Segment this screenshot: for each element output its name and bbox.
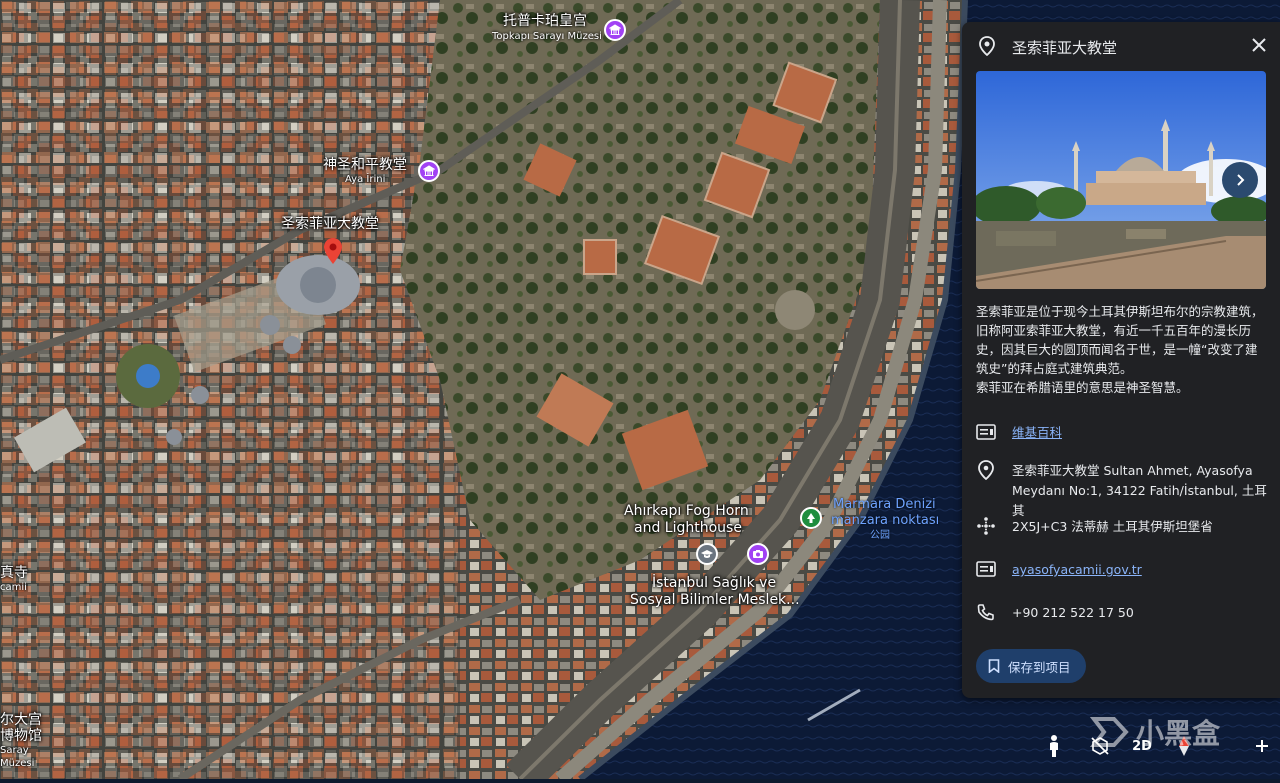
- save-to-project-button[interactable]: 保存到项目: [976, 649, 1086, 683]
- watermark: 小黑盒: [1090, 712, 1220, 752]
- plus-code-icon: [976, 516, 996, 536]
- description-paragraph-2: 索菲亚在希腊语里的意思是神圣智慧。: [976, 380, 1189, 395]
- phone-text[interactable]: +90 212 522 17 50: [1012, 603, 1268, 623]
- ahirkapi-label[interactable]: Ahırkapı Fog Horn: [624, 503, 749, 519]
- zoom-in-button[interactable]: [1244, 728, 1280, 764]
- selected-location-pin-icon[interactable]: [324, 238, 342, 264]
- school-poi-icon[interactable]: [696, 543, 718, 565]
- web-card-icon: [976, 559, 996, 579]
- chevron-right-icon: [1237, 174, 1245, 186]
- marmara-label[interactable]: Marmara Denizi: [833, 497, 936, 513]
- left-museum-label-line2: 博物馆: [0, 728, 42, 744]
- place-title: 圣索菲亚大教堂: [1012, 39, 1118, 57]
- location-pin-icon: [976, 460, 996, 480]
- left-mosque-sublabel: camii: [0, 582, 27, 593]
- close-icon[interactable]: [1250, 36, 1268, 58]
- aya-irini-sublabel: Aya İrini: [345, 174, 386, 185]
- street-view-pegman-button[interactable]: [1036, 728, 1072, 764]
- left-museum-sublabel-line2: Müzesi: [0, 758, 35, 769]
- istanbul-saglik-label-line2: Sosyal Bilimler Meslek...: [630, 592, 800, 608]
- museum-poi-icon[interactable]: [604, 19, 626, 41]
- watermark-logo-icon: [1090, 717, 1129, 747]
- istanbul-saglik-label[interactable]: İstanbul Sağlık ve: [652, 575, 776, 591]
- panel-header: 圣索菲亚大教堂: [962, 34, 1280, 60]
- plus-code-text: 2X5J+C3 法蒂赫 土耳其伊斯坦堡省: [1012, 519, 1213, 534]
- bookmark-icon: [988, 659, 1000, 673]
- wikipedia-link[interactable]: 维基百科: [1012, 423, 1268, 443]
- website-link[interactable]: ayasofyacamii.gov.tr: [1012, 560, 1268, 580]
- watermark-text: 小黑盒: [1136, 717, 1221, 750]
- phone-icon: [976, 602, 996, 622]
- park-poi-icon[interactable]: [800, 507, 822, 529]
- topkapi-label[interactable]: 托普卡珀皇宫: [503, 13, 587, 29]
- place-description: 圣索菲亚是位于现今土耳其伊斯坦布尔的宗教建筑，旧称阿亚索菲亚大教堂，有近一千五百…: [976, 302, 1268, 397]
- topkapi-sublabel: Topkapı Sarayı Müzesi: [492, 31, 602, 42]
- pegman-icon: [1050, 735, 1058, 757]
- left-museum-sublabel: Saray: [0, 745, 29, 756]
- camera-poi-icon[interactable]: [747, 543, 769, 565]
- web-card-icon: [976, 422, 996, 442]
- ahirkapi-label-line2: and Lighthouse: [634, 520, 742, 536]
- hagia-sophia-label[interactable]: 圣索菲亚大教堂: [281, 216, 379, 232]
- museum-poi-icon[interactable]: [418, 160, 440, 182]
- save-button-label: 保存到项目: [1008, 659, 1071, 675]
- marmara-label-line3: 公园: [870, 530, 890, 541]
- marmara-label-line2: manzara noktası: [831, 513, 940, 528]
- address-text: 圣索菲亚大教堂 Sultan Ahmet, Ayasofya Meydanı N…: [1012, 463, 1267, 518]
- description-paragraph-1: 圣索菲亚是位于现今土耳其伊斯坦布尔的宗教建筑，旧称阿亚索菲亚大教堂，有近一千五百…: [976, 304, 1264, 376]
- left-museum-label[interactable]: 尔大宫: [0, 712, 42, 728]
- next-photo-button[interactable]: [1222, 162, 1258, 198]
- location-pin-icon: [978, 36, 996, 60]
- left-mosque-label[interactable]: 真寺: [0, 565, 28, 581]
- place-info-panel: 圣索菲亚大教堂 圣索菲亚是位于现今土耳其伊斯坦布尔的宗教建筑，旧称阿亚索菲亚大教…: [962, 22, 1280, 698]
- aya-irini-label[interactable]: 神圣和平教堂: [323, 157, 407, 173]
- plus-icon: [1256, 740, 1268, 752]
